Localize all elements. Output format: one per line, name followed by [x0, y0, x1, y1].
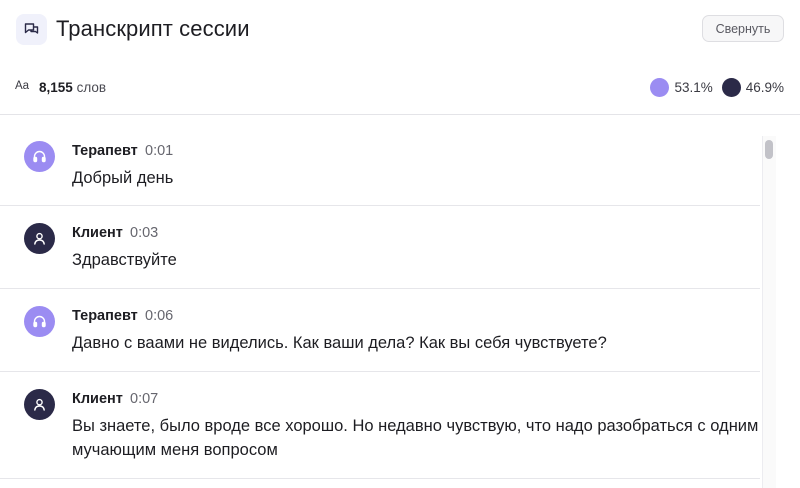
message-text: Давно с ваами не виделись. Как ваши дела…: [72, 334, 607, 352]
transcript-stats: Aa 8,155 слов 53.1% 46.9%: [0, 70, 800, 106]
message-list[interactable]: Терапевт 0:01 Добрый день Клиент 0:03 Зд…: [0, 115, 760, 488]
scrollbar-thumb[interactable]: [765, 140, 773, 159]
transcript-header: Транскрипт сессии Свернуть: [0, 0, 800, 58]
message-time: 0:07: [130, 391, 159, 407]
collapse-button[interactable]: Свернуть: [702, 15, 784, 42]
font-size-icon: Aa: [15, 80, 30, 92]
chat-bubbles-icon: [16, 14, 47, 45]
message-divider: [0, 371, 760, 372]
message-time: 0:03: [130, 225, 159, 241]
therapist-color-dot: [650, 78, 670, 97]
client-share-value: 46.9%: [745, 80, 784, 95]
word-count-unit: слов: [76, 80, 107, 95]
therapist-share: 53.1%: [650, 78, 713, 97]
speaker-share-legend: 53.1% 46.9%: [650, 78, 784, 97]
client-color-dot: [721, 78, 741, 97]
message-divider: [0, 478, 760, 479]
speaker-name: Клиент: [72, 225, 123, 241]
user-icon: [24, 223, 55, 254]
speaker-name: Терапевт: [72, 308, 138, 324]
word-count-value: 8,155: [39, 80, 73, 95]
speaker-name: Терапевт: [72, 143, 138, 159]
word-count: 8,155 слов: [39, 80, 106, 95]
message-time: 0:01: [145, 143, 174, 159]
page-title: Транскрипт сессии: [56, 16, 250, 41]
therapist-share-value: 53.1%: [674, 80, 713, 95]
message-text: Здравствуйте: [72, 251, 177, 269]
scrollbar-track[interactable]: [762, 136, 776, 488]
user-icon: [24, 389, 55, 420]
message-divider: [0, 288, 760, 289]
message-divider: [0, 205, 760, 206]
headset-icon: [24, 141, 55, 172]
client-share: 46.9%: [721, 78, 784, 97]
speaker-name: Клиент: [72, 391, 123, 407]
headset-icon: [24, 306, 55, 337]
message-text: Вы знаете, было вроде все хорошо. Но нед…: [72, 417, 759, 459]
message-time: 0:06: [145, 308, 174, 324]
message-text: Добрый день: [72, 169, 174, 187]
